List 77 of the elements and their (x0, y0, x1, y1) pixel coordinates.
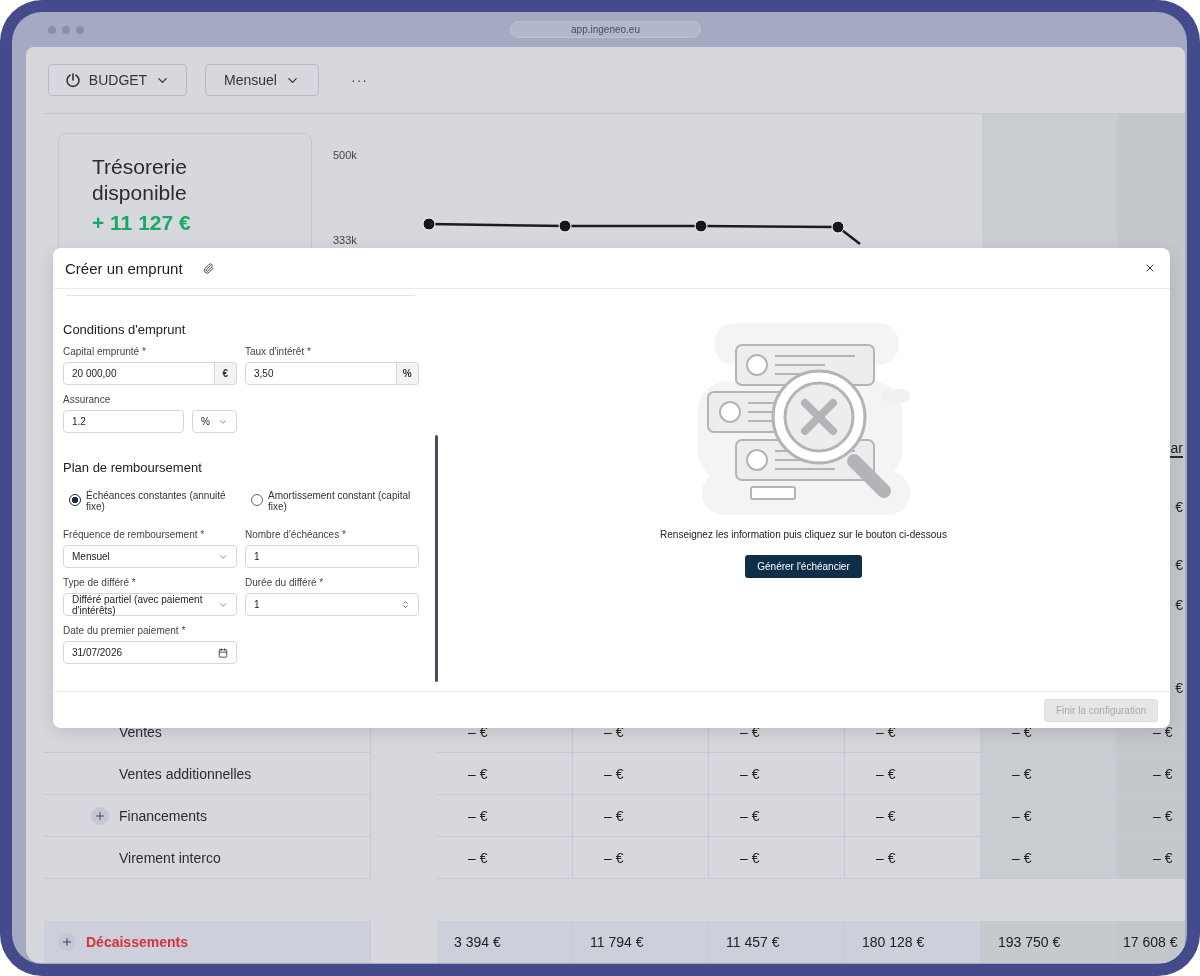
input-field[interactable]: 20 000,00 (63, 362, 215, 385)
table-cell-text: € (1175, 679, 1183, 698)
dialog-title: Créer un emprunt (65, 259, 183, 277)
axis-label: 500k (333, 149, 357, 161)
table-cell-text: € (1175, 556, 1183, 575)
table-cell: – € (1117, 753, 1185, 795)
table-cell: – € (437, 837, 573, 879)
number-field[interactable]: 1 (245, 593, 419, 616)
close-icon (1144, 262, 1156, 274)
plus-icon (94, 809, 106, 822)
table-cell: 17 608 € (1117, 921, 1185, 963)
section-title: Conditions d'emprunt (63, 322, 187, 337)
dropdown-button[interactable]: BUDGET (48, 64, 187, 96)
empty-message: Renseignez les information puis cliquez sur le bouton ci-dessous (660, 529, 947, 540)
table-cell: – € (981, 795, 1117, 837)
table-cell: – € (709, 795, 845, 837)
field-label: Type de différé * (63, 577, 137, 588)
field-label: Taux d'intérêt * (245, 346, 312, 357)
table-cell: – € (573, 837, 709, 879)
table-cell: 3 394 € (437, 921, 573, 963)
paperclip-icon[interactable] (202, 262, 214, 274)
date-field[interactable]: 31/07/2026 (63, 641, 237, 664)
input-field[interactable]: 1 (245, 545, 419, 568)
input-field[interactable]: 3,50 (245, 362, 397, 385)
option-label[interactable]: Échéances constantes (annuité fixe) (86, 490, 236, 512)
unit-addon: € (214, 362, 237, 385)
expand-button[interactable] (91, 806, 109, 825)
data-point (422, 217, 436, 231)
table-cell: – € (981, 753, 1117, 795)
data-point (694, 219, 708, 233)
card-title: Trésorerie disponible (92, 154, 188, 206)
dropdown-button[interactable]: Mensuel (205, 64, 319, 96)
section-title: Plan de remboursement (63, 460, 203, 475)
calendar-icon[interactable] (218, 648, 228, 658)
table-cell: 180 128 € (845, 921, 981, 963)
data-point (831, 220, 845, 234)
balance-value: + 11 127 € (92, 211, 192, 235)
table-cell-text: € (1175, 596, 1183, 615)
table-cell-text: € (1175, 498, 1183, 517)
data-point (558, 219, 572, 233)
table-cell: – € (1117, 795, 1185, 837)
unit-select[interactable]: % (192, 410, 237, 433)
field-label: Fréquence de remboursement * (63, 529, 206, 540)
scrollbar[interactable] (435, 435, 438, 682)
table-cell: – € (573, 753, 709, 795)
field-label: Durée du différé * (245, 577, 325, 588)
field-label: Assurance (63, 394, 112, 405)
axis-label: 333k (333, 234, 357, 246)
select-field[interactable]: Différé partiel (avec paiement d'intérêts) (63, 593, 237, 616)
table-cell: – € (1117, 837, 1185, 879)
table-cell: 11 457 € (709, 921, 845, 963)
radio-button[interactable] (69, 494, 81, 506)
field-label: Capital emprunté * (63, 346, 147, 357)
input-field[interactable]: 1.2 (63, 410, 184, 433)
field-label: Nombre d'échéances * (245, 529, 347, 540)
address-bar[interactable]: app.ingeneo.eu (510, 21, 701, 38)
table-cell: – € (709, 837, 845, 879)
plus-icon (61, 935, 73, 948)
table-cell: – € (437, 795, 573, 837)
radio-button[interactable] (251, 494, 263, 506)
generate-button[interactable]: Générer l'échéancier (745, 555, 862, 578)
table-cell: – € (709, 753, 845, 795)
table-cell: – € (573, 795, 709, 837)
row-label: Virement interco (44, 837, 371, 879)
table-cell: 11 794 € (573, 921, 709, 963)
field-label: Date du premier paiement * (63, 625, 187, 636)
row-label: Ventes additionnelles (44, 753, 371, 795)
spinner-icon[interactable] (401, 600, 410, 609)
unit-addon: % (396, 362, 419, 385)
table-cell: – € (437, 753, 573, 795)
option-label[interactable]: Amortissement constant (capital fixe) (268, 490, 418, 512)
select-field[interactable]: Mensuel (63, 545, 237, 568)
total-row-label: Décaissements (44, 921, 371, 963)
table-cell: – € (981, 837, 1117, 879)
more-button[interactable]: ··· (351, 72, 368, 88)
table-cell: 193 750 € (981, 921, 1117, 963)
row-label: Financements (44, 795, 371, 837)
